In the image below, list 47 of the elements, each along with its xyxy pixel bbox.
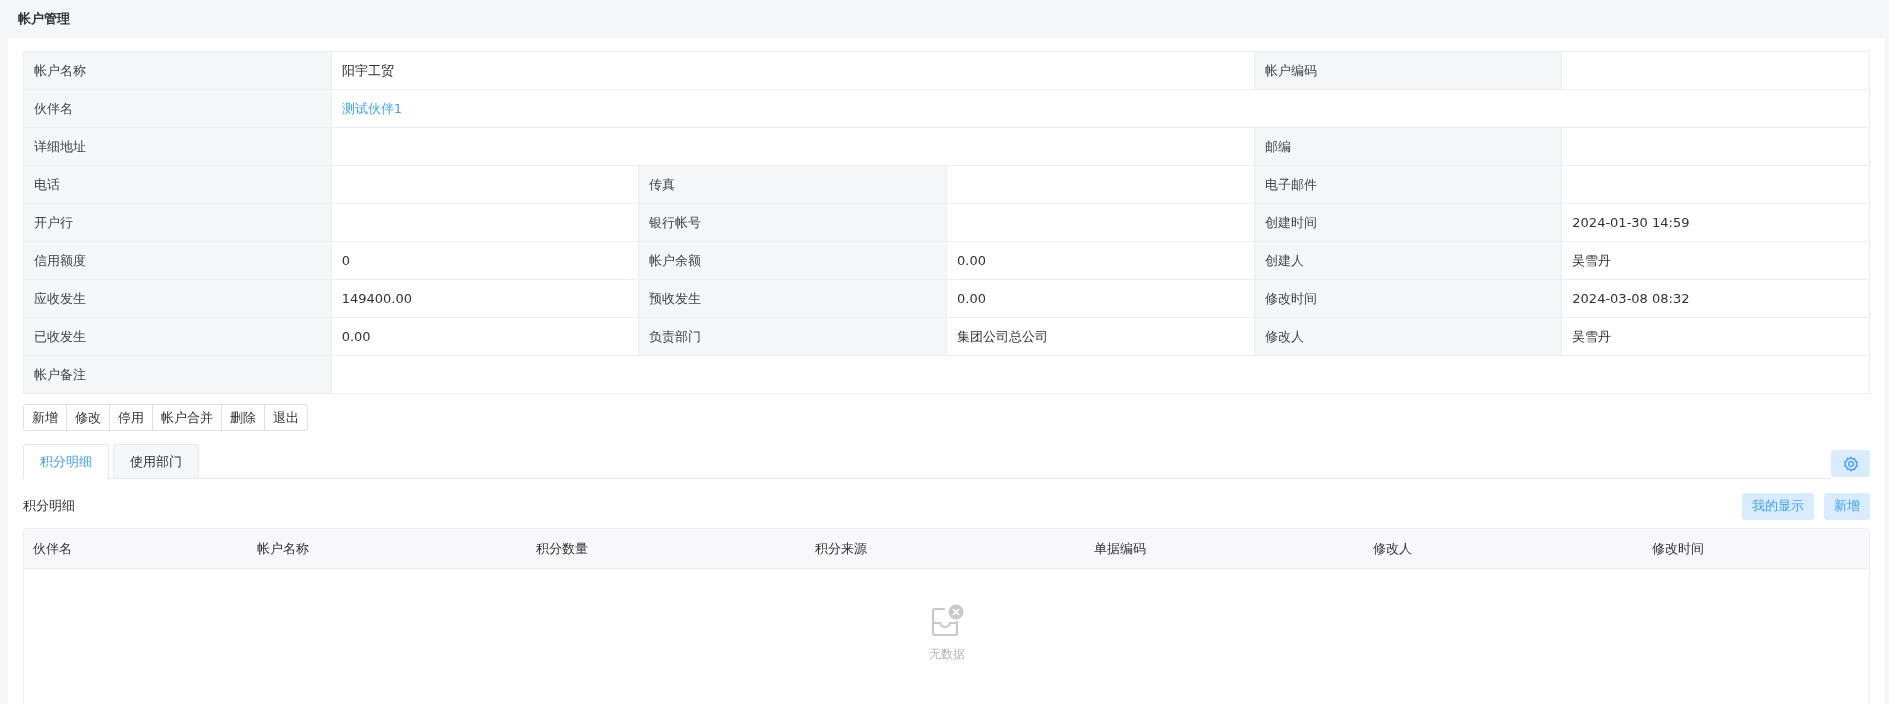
field-label: 应收发生 [24,280,332,318]
field-label: 电子邮件 [1254,166,1563,204]
settings-button[interactable] [1831,450,1870,477]
field-label: 电话 [24,166,332,204]
field-value: 阳宇工贸 [331,52,1255,90]
settings-icon [1842,455,1859,472]
section-title: 积分明细 [23,497,76,515]
field-label: 修改时间 [1254,280,1563,318]
field-label: 伙伴名 [24,90,332,128]
field-label: 负责部门 [639,318,947,356]
column-header: 积分来源 [814,539,868,558]
field-label: 帐户编码 [1254,52,1563,90]
field-value: 集团公司总公司 [947,318,1255,356]
field-label: 帐户余额 [639,242,947,280]
action-button[interactable]: 新增 [24,405,67,430]
field-label: 已收发生 [24,318,332,356]
field-label: 信用额度 [24,242,332,280]
field-value: 2024-01-30 14:59 [1562,204,1870,242]
column-header: 伙伴名 [32,539,73,558]
field-label: 帐户备注 [24,356,332,394]
field-label: 创建时间 [1254,204,1563,242]
field-value: 0.00 [947,242,1255,280]
field-value: 0 [331,242,640,280]
column-header: 积分数量 [535,539,589,558]
page-title: 帐户管理 [18,10,70,28]
field-label: 银行帐号 [639,204,947,242]
field-value: 0.00 [947,280,1255,318]
column-header: 单据编码 [1093,539,1147,558]
field-value: 吴雪丹 [1562,242,1870,280]
field-label: 预收发生 [639,280,947,318]
field-label: 创建人 [1254,242,1563,280]
field-value: 149400.00 [331,280,640,318]
field-label: 详细地址 [24,128,332,166]
column-header: 修改时间 [1651,539,1705,558]
field-value: 2024-03-08 08:32 [1562,280,1870,318]
empty-inbox-icon [929,604,964,638]
field-value: 吴雪丹 [1562,318,1870,356]
empty-text: 无数据 [928,646,965,663]
field-label: 修改人 [1254,318,1563,356]
column-header: 修改人 [1372,539,1413,558]
tab[interactable]: 使用部门 [113,444,199,478]
field-label: 传真 [639,166,947,204]
column-header: 帐户名称 [256,539,310,558]
field-label: 开户行 [24,204,332,242]
field-value: 0.00 [331,318,640,356]
field-label: 邮编 [1254,128,1563,166]
field-label: 帐户名称 [24,52,332,90]
